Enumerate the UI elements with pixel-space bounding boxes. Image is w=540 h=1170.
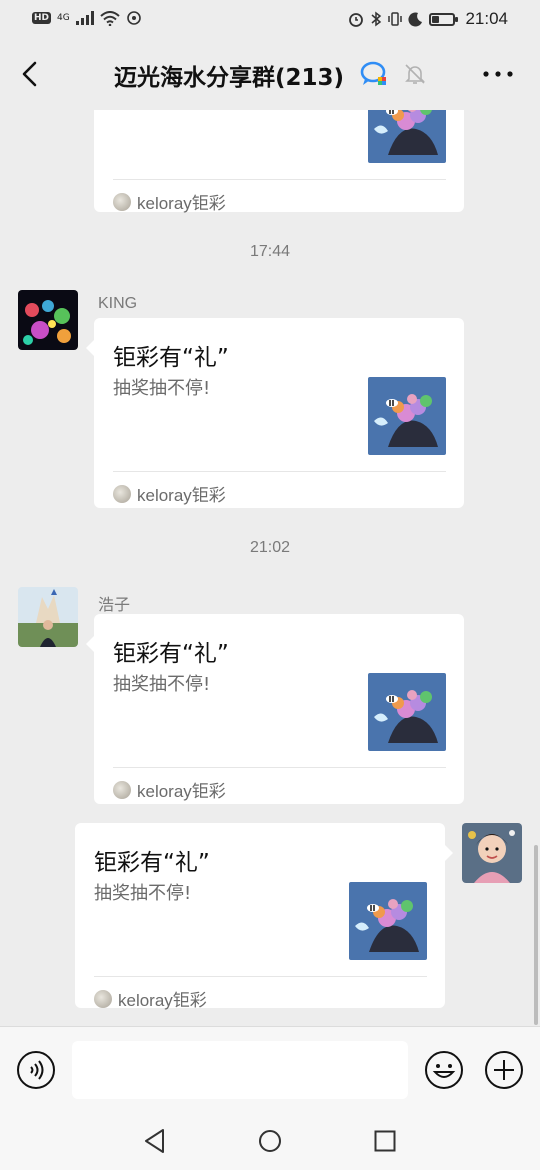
card-thumbnail-image <box>368 673 446 751</box>
hotspot-icon <box>126 11 141 25</box>
card-source: keloray钜彩 <box>113 481 226 506</box>
more-dots-icon[interactable] <box>478 62 518 86</box>
card-title: 钜彩有“礼” <box>113 345 229 371</box>
card-source: keloray钜彩 <box>94 986 207 1011</box>
bubble-tail <box>86 636 94 652</box>
hd-badge: HD <box>32 12 52 24</box>
mute-bell-icon <box>405 64 425 84</box>
shared-link-card[interactable]: 钜彩有“礼” 抽奖抽不停! keloray钜彩 <box>86 318 464 508</box>
battery-fill <box>432 15 440 23</box>
system-nav-bar <box>0 1112 540 1170</box>
wecom-logo-icon <box>360 61 386 85</box>
card-source-label: keloray钜彩 <box>137 486 226 505</box>
card-divider <box>113 767 446 768</box>
back-arrow-icon[interactable] <box>16 58 44 90</box>
card-thumbnail-image <box>368 110 446 163</box>
title-bar: 迈光海水分享群(213) <box>0 38 540 110</box>
bubble-tail <box>86 340 94 356</box>
status-bar: HD 4G 21:04 <box>0 0 540 38</box>
voice-icon[interactable] <box>16 1050 56 1090</box>
timestamp: 21:02 <box>249 539 291 556</box>
shared-link-card[interactable]: 钜彩有“礼” 抽奖抽不停! keloray钜彩 <box>75 823 453 1011</box>
alarm-icon <box>349 13 364 27</box>
card-description: 抽奖抽不停! <box>113 378 211 399</box>
card-thumbnail-image <box>349 882 427 960</box>
card-divider <box>113 179 446 180</box>
scrollbar[interactable] <box>534 845 538 1025</box>
message-list[interactable]: keloray钜彩 17:44 KING 钜彩有“礼” 抽奖抽不停! kelor… <box>0 110 540 1026</box>
emoji-icon[interactable] <box>424 1050 464 1090</box>
status-time: 21:04 <box>465 9 508 28</box>
source-app-icon <box>113 780 131 799</box>
nav-home-icon[interactable] <box>258 1129 282 1153</box>
card-divider <box>94 976 427 977</box>
battery-icon <box>429 12 459 26</box>
sender-name: KING <box>98 295 138 312</box>
source-app-icon <box>94 989 112 1008</box>
chat-title: 迈光海水分享群(213) <box>114 65 345 91</box>
bluetooth-icon <box>371 11 382 27</box>
input-bar <box>0 1026 540 1112</box>
nav-back-icon[interactable] <box>143 1128 167 1154</box>
vibrate-icon <box>388 12 403 26</box>
avatar-haozi[interactable] <box>18 587 78 647</box>
nav-recents-icon[interactable] <box>374 1130 396 1152</box>
card-source-label: keloray钜彩 <box>137 194 226 213</box>
card-divider <box>113 471 446 472</box>
bubble-tail <box>445 845 453 861</box>
moon-icon <box>408 12 423 27</box>
status-left-group: HD 4G <box>32 10 142 26</box>
card-description: 抽奖抽不停! <box>113 674 211 695</box>
card-title: 钜彩有“礼” <box>113 641 229 667</box>
wifi-icon <box>100 10 120 26</box>
shared-link-card[interactable]: keloray钜彩 <box>94 110 464 214</box>
source-app-icon <box>113 484 131 503</box>
sender-name: 浩子 <box>98 597 131 614</box>
network-type: 4G <box>57 13 70 23</box>
avatar-king[interactable] <box>18 290 78 350</box>
card-description: 抽奖抽不停! <box>94 883 192 904</box>
message-input[interactable] <box>72 1041 408 1099</box>
plus-icon[interactable] <box>484 1050 524 1090</box>
signal-icon <box>75 11 94 25</box>
card-source-label: keloray钜彩 <box>118 991 207 1010</box>
card-title: 钜彩有“礼” <box>94 850 210 876</box>
timestamp: 17:44 <box>249 243 291 260</box>
status-right-group: 21:04 <box>348 9 508 29</box>
card-source-label: keloray钜彩 <box>137 782 226 801</box>
card-source: keloray钜彩 <box>113 189 226 214</box>
card-thumbnail-image <box>368 377 446 455</box>
source-app-icon <box>113 192 131 211</box>
avatar-self[interactable] <box>462 823 522 883</box>
card-source: keloray钜彩 <box>113 777 226 802</box>
shared-link-card[interactable]: 钜彩有“礼” 抽奖抽不停! keloray钜彩 <box>86 614 464 804</box>
